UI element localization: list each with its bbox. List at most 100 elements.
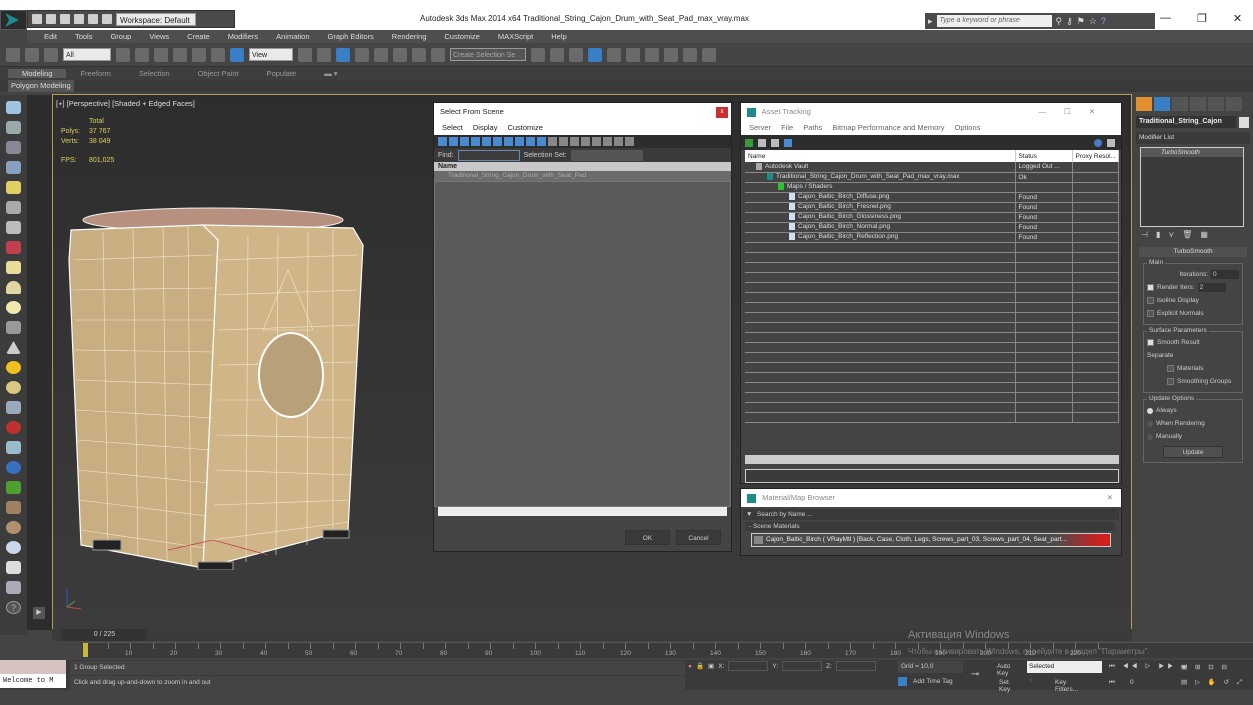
script-icon[interactable] (6, 581, 21, 594)
table-view-icon[interactable] (784, 138, 792, 147)
menu-group[interactable]: Group (101, 32, 140, 41)
close-button[interactable]: x (716, 107, 728, 118)
menu-server[interactable]: Server (749, 121, 771, 135)
column-status[interactable]: Status (1015, 150, 1073, 162)
save-icon[interactable] (60, 14, 70, 24)
close-button[interactable]: ✕ (1107, 489, 1113, 507)
dialog-title-bar[interactable]: Asset Tracking —☐✕ (741, 103, 1121, 121)
asset-row[interactable]: Cajon_Baltic_Birch_Reflection.png Found (745, 232, 1119, 243)
selection-set-dropdown[interactable] (570, 149, 643, 161)
update-button[interactable]: Update (1163, 446, 1223, 458)
render-setup-icon[interactable] (664, 47, 678, 62)
display-tab-icon[interactable] (1208, 97, 1224, 111)
help-icon[interactable]: ? (1101, 16, 1106, 26)
named-selection-dropdown[interactable]: Create Selection Se (450, 48, 526, 61)
rectangular-selection-icon[interactable] (154, 47, 168, 62)
render-iters-spinner[interactable]: 2 (1197, 283, 1226, 292)
modify-tab-icon[interactable] (1154, 97, 1170, 111)
menu-edit[interactable]: Edit (35, 32, 66, 41)
list-item[interactable]: Traditional_String_Cajon_Drum_with_Seat_… (434, 171, 731, 181)
pivot-center-icon[interactable] (298, 47, 312, 62)
move-icon[interactable] (192, 47, 206, 62)
menu-options[interactable]: Options (955, 121, 981, 135)
satellite-icon[interactable]: ⚑ (1077, 16, 1085, 27)
play-arrow-icon[interactable]: ▶ (33, 607, 45, 619)
scale-icon[interactable] (230, 47, 244, 62)
menu-paths[interactable]: Paths (803, 121, 822, 135)
menu-select[interactable]: Select (442, 121, 463, 135)
modifier-stack[interactable]: TurboSmooth (1140, 147, 1244, 227)
undo-icon[interactable] (74, 14, 84, 24)
asset-row[interactable]: Autodesk Vault Logged Out ... (745, 162, 1119, 173)
find-input[interactable] (457, 149, 520, 161)
layer-manager-icon[interactable] (569, 47, 583, 62)
redo-icon[interactable] (88, 14, 98, 24)
column-header-name[interactable]: Name (434, 162, 731, 171)
list-icon[interactable] (6, 141, 21, 154)
asset-row[interactable]: Cajon_Baltic_Birch_Glossiness.png Found (745, 212, 1119, 223)
viewport-nav-controls[interactable]: ▣ ⊞ ⊡ ⊟ (1181, 663, 1230, 671)
spotlight-icon[interactable] (6, 341, 21, 354)
ribbon-tab-modeling[interactable]: Modeling (8, 69, 67, 78)
refresh-icon[interactable] (745, 138, 753, 147)
skylight-icon[interactable] (6, 381, 21, 394)
create-tab-icon[interactable] (1136, 97, 1152, 111)
align-icon[interactable] (550, 47, 564, 62)
rotate-icon[interactable] (211, 47, 225, 62)
menu-bitmap-performance[interactable]: Bitmap Performance and Memory (832, 121, 944, 135)
display-groups-icon[interactable] (504, 137, 513, 146)
select-all-icon[interactable] (570, 137, 579, 146)
turbosmooth-rollout-header[interactable]: TurboSmooth (1139, 247, 1247, 257)
select-manipulate-icon[interactable] (317, 47, 331, 62)
display-cameras-icon[interactable] (471, 137, 480, 146)
grass-icon[interactable] (6, 481, 21, 494)
ribbon-tab-selection[interactable]: Selection (125, 69, 184, 78)
ribbon-tab-populate[interactable]: Populate (253, 69, 311, 78)
material-sphere-icon[interactable] (6, 541, 21, 554)
display-bones-icon[interactable] (526, 137, 535, 146)
configure-sets-icon[interactable]: ▦ (1200, 230, 1208, 239)
materials-checkbox[interactable] (1167, 365, 1174, 372)
mirror-icon[interactable] (531, 47, 545, 62)
percent-snap-icon[interactable] (393, 47, 407, 62)
current-frame-field[interactable]: 0 (1127, 677, 1175, 688)
horizontal-scrollbar[interactable] (438, 507, 727, 516)
asset-row[interactable]: Cajon_Baltic_Birch_Fresnel.png Found (745, 202, 1119, 213)
keyboard-shortcut-override-icon[interactable] (336, 47, 350, 62)
modifier-list-dropdown[interactable]: Modifier List (1136, 132, 1250, 144)
time-slider-frame[interactable]: 0 / 225 (62, 629, 147, 641)
render-window-icon[interactable] (6, 121, 21, 134)
window-controls[interactable]: —☐✕ (1038, 103, 1113, 121)
menu-display[interactable]: Display (473, 121, 498, 135)
tripod-icon[interactable] (6, 441, 21, 454)
display-helpers-icon[interactable] (482, 137, 491, 146)
playback-controls[interactable]: ⏮ ◀◀ ▷ ▶▶ ⏭ (1109, 663, 1190, 671)
set-key-mode-icon[interactable]: ⊸ (971, 669, 979, 680)
video-camera-icon[interactable] (6, 241, 21, 254)
speaker-icon[interactable] (6, 221, 21, 234)
motion-tab-icon[interactable] (1190, 97, 1206, 111)
render-iters-checkbox[interactable] (1147, 284, 1154, 291)
minimize-button[interactable]: — (1160, 12, 1171, 25)
remove-modifier-icon[interactable]: 🗑 (1182, 230, 1192, 239)
lock-selection-icon[interactable]: 🔒 (696, 662, 704, 670)
render-production-icon[interactable] (702, 47, 716, 62)
cancel-button[interactable]: Cancel (676, 530, 721, 545)
new-file-icon[interactable] (32, 14, 42, 24)
menu-help[interactable]: Help (542, 32, 575, 41)
fur-icon[interactable] (6, 501, 21, 514)
display-shapes-icon[interactable] (449, 137, 458, 146)
menu-rendering[interactable]: Rendering (383, 32, 436, 41)
ribbon-tab-object-paint[interactable]: Object Paint (184, 69, 253, 78)
globe-icon[interactable] (6, 461, 21, 474)
shell-icon[interactable] (6, 521, 21, 534)
asset-row[interactable]: Cajon_Baltic_Birch_Diffuse.png Found (745, 192, 1119, 203)
horizontal-scrollbar[interactable] (745, 455, 1119, 464)
rendered-frame-window-icon[interactable] (683, 47, 697, 62)
menu-maxscript[interactable]: MAXScript (489, 32, 542, 41)
menu-customize[interactable]: Customize (435, 32, 488, 41)
isoline-checkbox[interactable] (1147, 297, 1154, 304)
column-proxy-resolution[interactable]: Proxy Resol... (1072, 150, 1119, 162)
list-view-icon[interactable] (758, 138, 766, 147)
display-hidden-icon[interactable] (559, 137, 568, 146)
